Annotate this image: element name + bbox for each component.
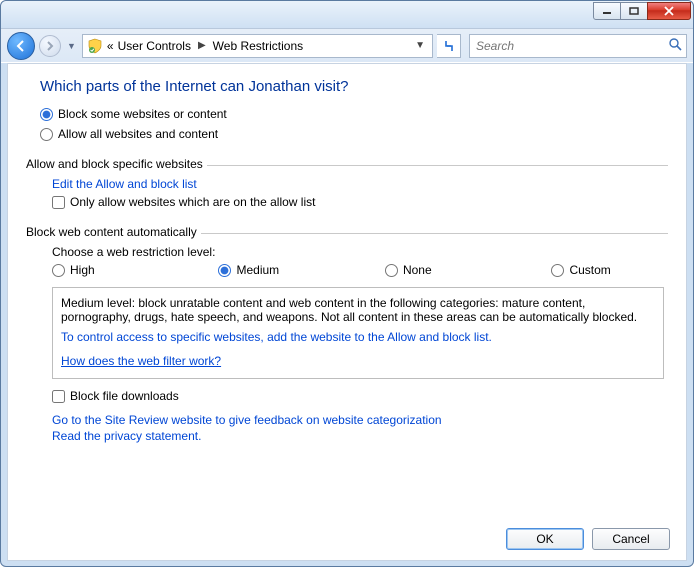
radio-level-medium-input[interactable] [218,264,231,277]
minimize-icon [602,7,612,15]
radio-allow-all[interactable]: Allow all websites and content [40,127,668,141]
site-review-link[interactable]: Go to the Site Review website to give fe… [52,413,442,427]
shield-icon [87,38,103,54]
only-allowlist-checkbox-row[interactable]: Only allow websites which are on the all… [52,195,668,209]
divider [201,233,668,234]
dialog-buttons: OK Cancel [506,528,670,550]
section-allow-block-header: Allow and block specific websites [26,157,668,171]
radio-allow-all-label: Allow all websites and content [58,127,218,141]
block-downloads-row[interactable]: Block file downloads [52,389,668,403]
only-allowlist-label: Only allow websites which are on the all… [70,195,315,209]
address-bar[interactable]: « User Controls ▶ Web Restrictions ▼ [82,34,433,58]
radio-level-custom-label: Custom [569,263,610,277]
section-auto-title: Block web content automatically [26,225,197,239]
radio-level-none-label: None [403,263,432,277]
level-description-text: Medium level: block unratable content an… [61,296,637,324]
radio-level-medium-label: Medium [236,263,279,277]
radio-level-medium[interactable]: Medium [218,263,384,277]
search-icon[interactable] [668,37,682,54]
back-arrow-icon [14,39,28,53]
choose-level-label: Choose a web restriction level: [52,245,668,259]
radio-block-some-label: Block some websites or content [58,107,227,121]
maximize-button[interactable] [620,2,648,20]
address-dropdown-icon[interactable]: ▼ [412,40,428,51]
chevron-right-icon[interactable]: ▶ [195,40,209,51]
breadcrumb-prefix: « [107,39,114,53]
radio-level-high-label: High [70,263,95,277]
radio-block-some-input[interactable] [40,108,53,121]
window-controls [594,2,691,20]
radio-level-high-input[interactable] [52,264,65,277]
titlebar [1,1,693,29]
forward-button[interactable] [39,35,61,57]
radio-block-some[interactable]: Block some websites or content [40,107,668,121]
radio-level-high[interactable]: High [52,263,218,277]
minimize-button[interactable] [593,2,621,20]
page-title: Which parts of the Internet can Jonathan… [40,78,668,95]
close-icon [663,6,675,16]
forward-arrow-icon [45,41,55,51]
section-allow-block-title: Allow and block specific websites [26,157,203,171]
window-frame: ▼ « User Controls ▶ Web Restrictions ▼ [0,0,694,567]
refresh-icon [442,39,456,53]
nav-bar: ▼ « User Controls ▶ Web Restrictions ▼ [1,29,693,63]
edit-allow-block-link[interactable]: Edit the Allow and block list [52,177,197,191]
breadcrumb-item-2[interactable]: Web Restrictions [213,39,303,53]
section-auto-header: Block web content automatically [26,225,668,239]
search-box[interactable] [469,34,687,58]
cancel-button[interactable]: Cancel [592,528,670,550]
radio-level-custom[interactable]: Custom [551,263,668,277]
content-area: Which parts of the Internet can Jonathan… [7,63,687,561]
maximize-icon [629,7,639,15]
ok-button[interactable]: OK [506,528,584,550]
block-downloads-label: Block file downloads [70,389,179,403]
back-button[interactable] [7,32,35,60]
control-access-link[interactable]: To control access to specific websites, … [61,330,655,344]
history-dropdown[interactable]: ▼ [65,41,78,51]
divider [207,165,668,166]
breadcrumb-item-1[interactable]: User Controls [118,39,191,53]
radio-level-none[interactable]: None [385,263,551,277]
refresh-button[interactable] [437,34,461,58]
only-allowlist-checkbox[interactable] [52,196,65,209]
close-button[interactable] [647,2,691,20]
how-filter-works-link[interactable]: How does the web filter work? [61,354,221,368]
search-input[interactable] [474,38,668,54]
radio-allow-all-input[interactable] [40,128,53,141]
block-downloads-checkbox[interactable] [52,390,65,403]
restriction-level-group: High Medium None Custom [52,263,668,277]
privacy-statement-link[interactable]: Read the privacy statement. [52,429,201,443]
radio-level-none-input[interactable] [385,264,398,277]
radio-level-custom-input[interactable] [551,264,564,277]
level-description-box: Medium level: block unratable content an… [52,287,664,379]
